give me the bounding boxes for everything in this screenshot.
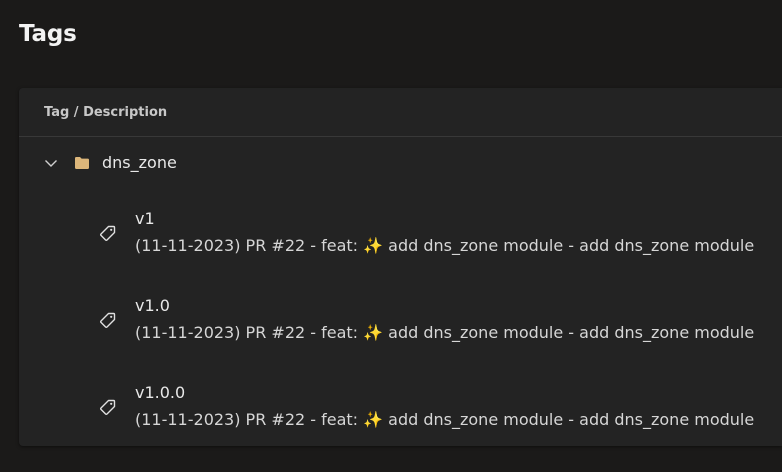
folder-label: dns_zone <box>102 153 177 172</box>
tag-icon <box>99 399 116 416</box>
tag-item[interactable]: v1.0 (11-11-2023) PR #22 - feat: ✨ add d… <box>19 291 782 355</box>
tag-icon <box>99 225 116 242</box>
tags-page: Tags Tag / Description dns_zone v1 (11-1… <box>0 0 782 472</box>
tag-name: v1 <box>135 209 155 228</box>
table-header: Tag / Description <box>19 88 782 137</box>
tag-description: (11-11-2023) PR #22 - feat: ✨ add dns_zo… <box>135 236 755 255</box>
page-title: Tags <box>19 21 77 47</box>
tag-description: (11-11-2023) PR #22 - feat: ✨ add dns_zo… <box>135 410 755 429</box>
tag-name: v1.0.0 <box>135 383 186 402</box>
tag-icon <box>99 312 116 329</box>
tag-item[interactable]: v1.0.0 (11-11-2023) PR #22 - feat: ✨ add… <box>19 378 782 442</box>
folder-icon <box>75 157 89 169</box>
folder-row-dns-zone[interactable]: dns_zone <box>19 146 782 180</box>
tag-description: (11-11-2023) PR #22 - feat: ✨ add dns_zo… <box>135 323 755 342</box>
tags-panel: Tag / Description dns_zone v1 (11-11-202… <box>19 88 782 446</box>
column-header-tag-description: Tag / Description <box>44 104 168 120</box>
tag-item[interactable]: v1 (11-11-2023) PR #22 - feat: ✨ add dns… <box>19 204 782 268</box>
tag-name: v1.0 <box>135 296 170 315</box>
chevron-down-icon[interactable] <box>43 155 59 171</box>
